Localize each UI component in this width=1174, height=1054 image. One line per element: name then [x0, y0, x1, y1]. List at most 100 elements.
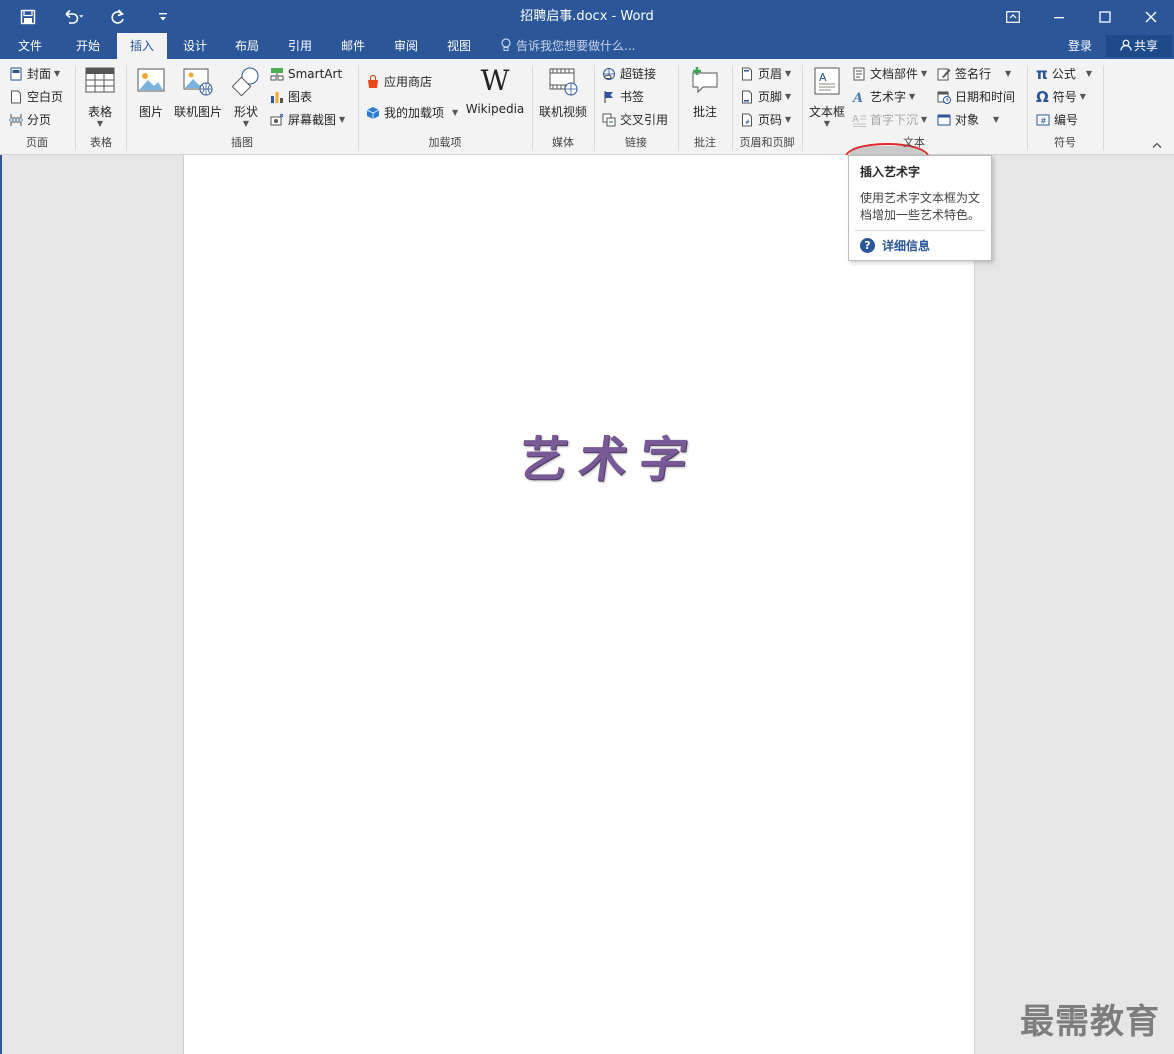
my-addins-label: 我的加载项	[384, 106, 445, 120]
quick-parts-button[interactable]: 文档部件 ▼	[852, 64, 927, 84]
svg-text:A: A	[852, 91, 863, 104]
wikipedia-button[interactable]: W Wikipedia	[465, 65, 525, 117]
hyperlink-icon	[603, 68, 615, 80]
login-link[interactable]: 登录	[1068, 33, 1092, 59]
page-break-icon	[9, 114, 23, 126]
help-icon: ?	[860, 238, 875, 253]
signature-line-button[interactable]: 签名行 ▼	[937, 64, 1011, 84]
wordart-text[interactable]: 艺术字	[515, 420, 705, 490]
tab-design[interactable]: 设计	[172, 33, 218, 59]
redo-icon[interactable]	[104, 0, 132, 33]
store-button[interactable]: 应用商店	[366, 72, 432, 92]
close-icon[interactable]	[1128, 0, 1174, 33]
tab-home[interactable]: 开始	[64, 33, 112, 59]
cross-reference-button[interactable]: 交叉引用	[602, 110, 668, 130]
ribbon-options-icon[interactable]	[990, 0, 1036, 33]
symbol-button[interactable]: Ω 符号 ▼	[1036, 87, 1086, 107]
my-addins-button[interactable]: 我的加载项 ▼	[366, 103, 458, 123]
textbox-icon: A	[814, 67, 840, 95]
collapse-ribbon-icon[interactable]	[1152, 139, 1162, 152]
number-button[interactable]: # 编号	[1036, 110, 1078, 130]
person-icon	[1120, 39, 1132, 51]
tooltip-more-info-link[interactable]: ? 详细信息	[860, 237, 930, 254]
online-video-button[interactable]: 联机视频	[537, 65, 589, 120]
smartart-button[interactable]: SmartArt	[270, 64, 342, 84]
blank-page-icon	[11, 90, 21, 104]
hyperlink-button[interactable]: 超链接	[602, 64, 656, 84]
chevron-down-icon: ▼	[1079, 92, 1086, 101]
tab-references[interactable]: 引用	[277, 33, 323, 59]
textbox-button[interactable]: A 文本框 ▼	[806, 65, 848, 128]
chevron-down-icon: ▼	[54, 69, 61, 78]
chevron-down-icon: ▼	[1085, 69, 1093, 78]
smartart-label: SmartArt	[288, 67, 343, 81]
chevron-down-icon: ▼	[96, 119, 104, 128]
page-number-label: 页码	[758, 113, 783, 127]
tab-file[interactable]: 文件	[6, 33, 54, 59]
bookmark-button[interactable]: 书签	[602, 87, 644, 107]
object-button[interactable]: 对象 ▼	[937, 110, 999, 130]
page-number-icon: #	[742, 113, 752, 127]
undo-icon[interactable]	[58, 0, 92, 33]
maximize-icon[interactable]	[1082, 0, 1128, 33]
group-label-illustrations: 插图	[231, 136, 253, 149]
page-break-button[interactable]: 分页	[9, 110, 51, 130]
picture-button[interactable]: 图片	[132, 65, 170, 120]
chevron-down-icon: ▼	[785, 115, 792, 124]
blank-page-button[interactable]: 空白页	[9, 87, 63, 107]
picture-label: 图片	[138, 105, 163, 119]
chevron-down-icon: ▼	[452, 108, 459, 117]
tab-insert[interactable]: 插入	[117, 33, 167, 59]
tell-me-box[interactable]: 告诉我您想要做什么...	[500, 33, 635, 59]
tab-view[interactable]: 视图	[436, 33, 482, 59]
header-button[interactable]: 页眉 ▼	[740, 64, 791, 84]
share-button[interactable]: 共享	[1106, 35, 1172, 57]
cover-page-label: 封面	[27, 67, 52, 81]
drop-cap-button[interactable]: A 首字下沉 ▼	[852, 110, 927, 130]
svg-text:A: A	[819, 71, 827, 84]
wordart-button[interactable]: A 艺术字 ▼	[852, 87, 915, 107]
document-page[interactable]	[183, 155, 975, 1054]
chevron-down-icon: ▼	[823, 119, 831, 128]
tab-review[interactable]: 审阅	[383, 33, 429, 59]
screenshot-button[interactable]: 屏幕截图 ▼	[270, 110, 345, 130]
number-label: 编号	[1054, 113, 1079, 127]
save-icon[interactable]	[14, 0, 42, 33]
shapes-button[interactable]: 形状 ▼	[227, 65, 265, 128]
share-label: 共享	[1133, 39, 1158, 53]
footer-icon	[742, 90, 752, 104]
textbox-label: 文本框	[808, 105, 845, 119]
group-label-pages: 页面	[26, 136, 48, 149]
tab-mailings[interactable]: 邮件	[330, 33, 376, 59]
page-number-button[interactable]: # 页码 ▼	[740, 110, 791, 130]
equation-button[interactable]: π 公式 ▼	[1036, 64, 1092, 84]
chevron-down-icon: ▼	[242, 119, 250, 128]
cover-page-button[interactable]: 封面 ▼	[9, 64, 60, 84]
title-bar: 招聘启事.docx - Word	[0, 0, 1174, 33]
svg-text:#: #	[745, 119, 750, 126]
tooltip-more-label: 详细信息	[882, 239, 931, 253]
comment-button[interactable]: 批注	[684, 65, 726, 120]
tab-layout[interactable]: 布局	[224, 33, 270, 59]
svg-text:#: #	[1040, 117, 1047, 126]
screenshot-label: 屏幕截图	[288, 113, 337, 127]
customize-icon[interactable]	[152, 0, 174, 33]
ribbon-tabs: 文件 开始 插入 设计 布局 引用 邮件 审阅 视图 告诉我您想要做什么... …	[0, 33, 1174, 59]
table-button[interactable]: 表格 ▼	[80, 65, 120, 128]
chart-button[interactable]: 图表	[270, 87, 312, 107]
date-time-button[interactable]: 日期和时间	[937, 87, 1015, 107]
number-icon: #	[1036, 114, 1050, 126]
group-label-text: 文本	[903, 136, 925, 149]
online-picture-button[interactable]: 联机图片	[172, 65, 224, 120]
chevron-down-icon: ▼	[339, 115, 346, 124]
chevron-down-icon: ▼	[785, 69, 792, 78]
footer-button[interactable]: 页脚 ▼	[740, 87, 791, 107]
object-label: 对象	[955, 113, 980, 127]
tooltip-description: 使用艺术字文本框为文档增加一些艺术特色。	[860, 191, 981, 222]
group-label-comments: 批注	[694, 136, 716, 149]
online-video-icon	[549, 68, 578, 96]
bookmark-label: 书签	[620, 90, 645, 104]
store-icon	[368, 75, 378, 88]
minimize-icon[interactable]	[1036, 0, 1082, 33]
omega-icon: Ω	[1036, 88, 1049, 106]
